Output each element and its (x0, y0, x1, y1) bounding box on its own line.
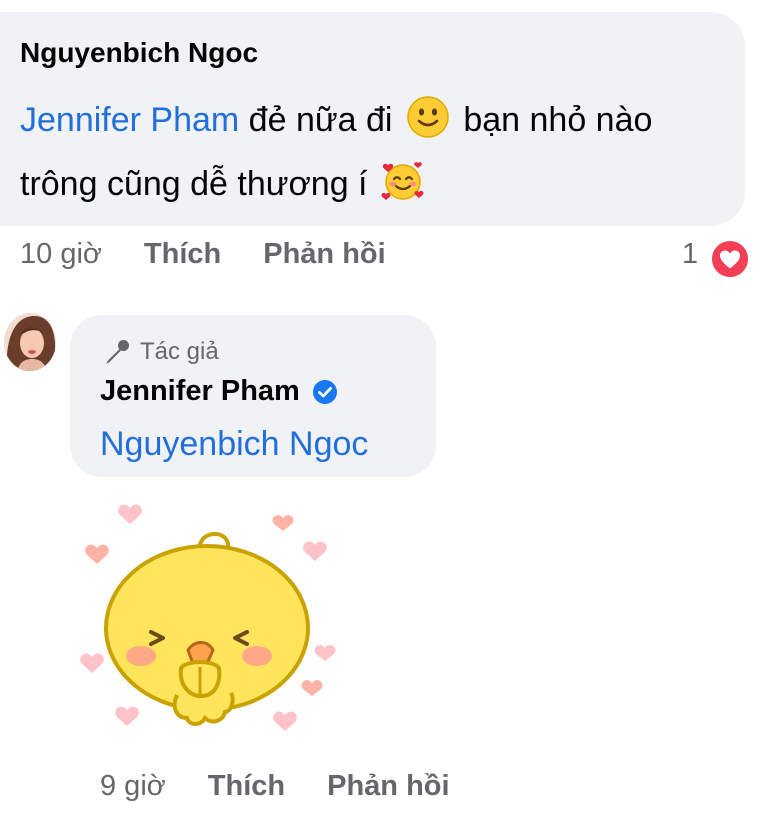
author-badge-label: Tác giả (140, 338, 219, 365)
smiling-face-with-hearts-emoji-icon (381, 162, 424, 201)
comment-author-name[interactable]: Jennifer Pham (100, 375, 300, 408)
comment-bubble[interactable]: Nguyenbich Ngoc Jennifer Pham đẻ nữa đi … (0, 12, 745, 226)
slightly-smiling-face-emoji-icon (407, 96, 449, 138)
author-badge: Tác giả (102, 337, 219, 367)
reaction-count[interactable]: 1 (682, 238, 698, 271)
reply-button[interactable]: Phản hồi (263, 238, 385, 270)
verified-badge-icon (312, 379, 337, 404)
mention-link[interactable]: Nguyenbich Ngoc (100, 425, 368, 464)
comment-text-part: đẻ nữa đi (239, 101, 402, 139)
love-reaction-icon[interactable] (709, 238, 751, 280)
comment-author: Jennifer Pham (100, 375, 338, 408)
comment-text: Jennifer Pham đẻ nữa đi bạn nhỏ nào trôn… (20, 88, 720, 216)
comment-author[interactable]: Nguyenbich Ngoc (20, 37, 258, 69)
like-button[interactable]: Thích (144, 238, 221, 270)
avatar[interactable] (3, 312, 57, 372)
mention-link[interactable]: Jennifer Pham (20, 101, 239, 139)
comment-time: 10 giờ (20, 238, 102, 270)
reply-bubble[interactable]: Tác giả Jennifer Pham Nguyenbich Ngoc (70, 315, 436, 477)
comment-meta: 9 giờ Thích Phản hồi (100, 770, 450, 803)
comment-time: 9 giờ (100, 770, 166, 802)
like-button[interactable]: Thích (208, 770, 285, 802)
comment-meta: 10 giờ Thích Phản hồi (20, 238, 386, 271)
microphone-icon (106, 340, 129, 364)
chick-sticker-icon[interactable] (75, 500, 350, 755)
reply-button[interactable]: Phản hồi (327, 770, 449, 802)
